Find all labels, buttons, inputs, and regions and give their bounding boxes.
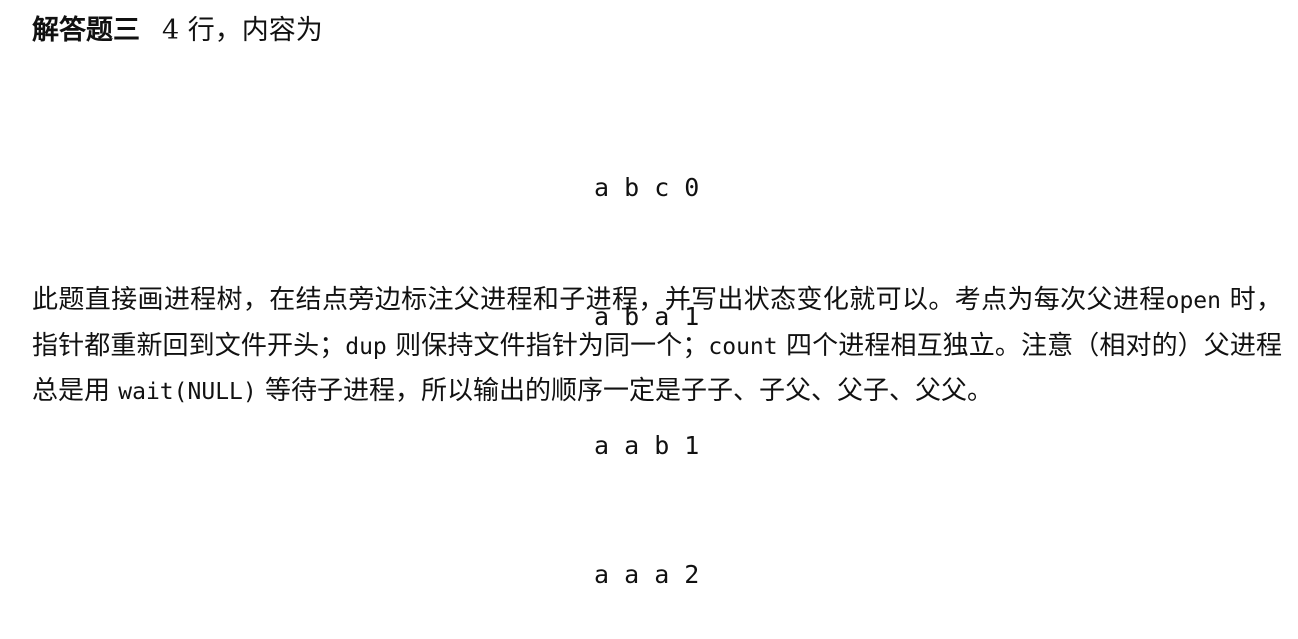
explanation-text-3: 则保持文件指针为同一个； — [386, 330, 709, 361]
code-count: count — [708, 333, 778, 360]
question-label: 解答题三 — [32, 15, 140, 46]
explanation-text-5: 等待子进程，所以输出的顺序一定是子子、子父、父子、父父。 — [256, 376, 994, 406]
question-intro: 4 行，内容为 — [162, 15, 323, 46]
code-dup: dup — [345, 333, 387, 360]
explanation-paragraph: 此题直接画进程树，在结点旁边标注父进程和子进程，并写出状态变化就可以。考点为每次… — [32, 278, 1282, 415]
output-line-3: a a b 1 — [594, 431, 700, 460]
output-line-1: a b c 0 — [594, 173, 700, 202]
code-wait: wait(NULL) — [118, 379, 257, 405]
question-heading: 解答题三 4 行，内容为 — [32, 12, 323, 50]
code-open: open — [1165, 288, 1221, 314]
output-line-4: a a a 2 — [594, 560, 700, 589]
explanation-text-1: 此题直接画进程树，在结点旁边标注父进程和子进程，并写出状态变化就可以。考点为每次… — [32, 285, 1166, 315]
